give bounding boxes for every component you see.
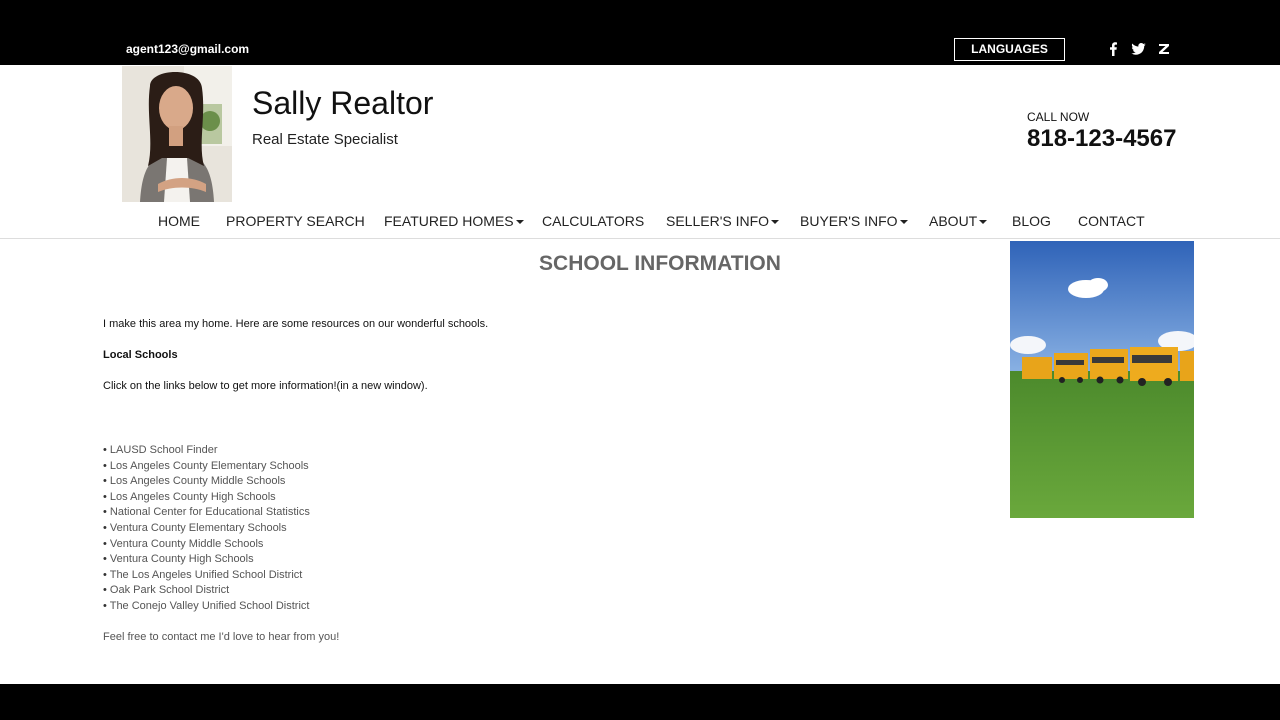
nav-calculators[interactable]: CALCULATORS xyxy=(542,213,644,229)
nav-property-search[interactable]: PROPERTY SEARCH xyxy=(226,213,365,229)
school-link[interactable]: Ventura County Elementary Schools xyxy=(110,522,287,534)
school-link[interactable]: Los Angeles County Elementary Schools xyxy=(110,460,309,472)
school-link[interactable]: Los Angeles County High Schools xyxy=(110,491,276,503)
school-link[interactable]: Ventura County High Schools xyxy=(110,553,254,565)
list-item: • National Center for Educational Statis… xyxy=(103,506,310,519)
nav-home[interactable]: HOME xyxy=(158,213,200,229)
top-bar: agent123@gmail.com LANGUAGES xyxy=(0,0,1280,65)
agent-photo xyxy=(122,66,232,202)
nav-buyers-info[interactable]: BUYER'S INFO xyxy=(800,213,908,229)
school-link[interactable]: LAUSD School Finder xyxy=(110,444,218,456)
nav-contact[interactable]: CONTACT xyxy=(1078,213,1145,229)
school-link[interactable]: Ventura County Middle Schools xyxy=(110,538,263,550)
list-item: • Ventura County Elementary Schools xyxy=(103,521,287,534)
agent-email[interactable]: agent123@gmail.com xyxy=(126,42,249,56)
section-heading: Local Schools xyxy=(103,349,178,361)
caret-down-icon xyxy=(899,220,908,225)
languages-button[interactable]: LANGUAGES xyxy=(954,38,1065,61)
bottom-bar xyxy=(0,684,1280,720)
list-item: • The Los Angeles Unified School Distric… xyxy=(103,568,303,581)
list-item: • Ventura County High Schools xyxy=(103,553,254,566)
school-link[interactable]: The Conejo Valley Unified School Distric… xyxy=(110,600,310,612)
list-item: • Oak Park School District xyxy=(103,584,230,597)
agent-title: Real Estate Specialist xyxy=(252,131,398,148)
nav-about[interactable]: ABOUT xyxy=(929,213,988,229)
school-link[interactable]: National Center for Educational Statisti… xyxy=(110,506,310,518)
phone-number[interactable]: 818-123-4567 xyxy=(1027,125,1176,153)
call-now-label: CALL NOW xyxy=(1027,110,1090,124)
list-item: • LAUSD School Finder xyxy=(103,444,218,456)
intro-text: I make this area my home. Here are some … xyxy=(103,318,489,330)
agent-name: Sally Realtor xyxy=(252,85,434,121)
list-item: • Los Angeles County Middle Schools xyxy=(103,475,286,488)
zillow-icon[interactable] xyxy=(1155,40,1173,58)
nav-blog[interactable]: BLOG xyxy=(1012,213,1051,229)
list-item: • Los Angeles County High Schools xyxy=(103,490,276,503)
caret-down-icon xyxy=(771,220,780,225)
school-link[interactable]: The Los Angeles Unified School District xyxy=(110,569,303,581)
school-link[interactable]: Oak Park School District xyxy=(110,584,229,596)
caret-down-icon xyxy=(515,220,524,225)
nav-featured-homes[interactable]: FEATURED HOMES xyxy=(384,213,524,229)
facebook-icon[interactable] xyxy=(1104,40,1122,58)
caret-down-icon xyxy=(979,220,988,225)
closing-text: Feel free to contact me I'd love to hear… xyxy=(103,631,340,643)
list-item: • The Conejo Valley Unified School Distr… xyxy=(103,599,310,612)
instructions-text: Click on the links below to get more inf… xyxy=(103,380,428,392)
page-content: Sally Realtor Real Estate Specialist CAL… xyxy=(0,65,1280,684)
school-buses-photo xyxy=(1010,241,1194,518)
twitter-icon[interactable] xyxy=(1129,40,1147,58)
list-item: • Ventura County Middle Schools xyxy=(103,537,264,550)
nav-sellers-info[interactable]: SELLER'S INFO xyxy=(666,213,780,229)
list-item: • Los Angeles County Elementary Schools xyxy=(103,459,309,472)
school-links-list: • LAUSD School Finder • Los Angeles Coun… xyxy=(103,443,310,615)
main-nav: HOME PROPERTY SEARCH FEATURED HOMES CALC… xyxy=(0,203,1280,239)
school-link[interactable]: Los Angeles County Middle Schools xyxy=(110,475,286,487)
